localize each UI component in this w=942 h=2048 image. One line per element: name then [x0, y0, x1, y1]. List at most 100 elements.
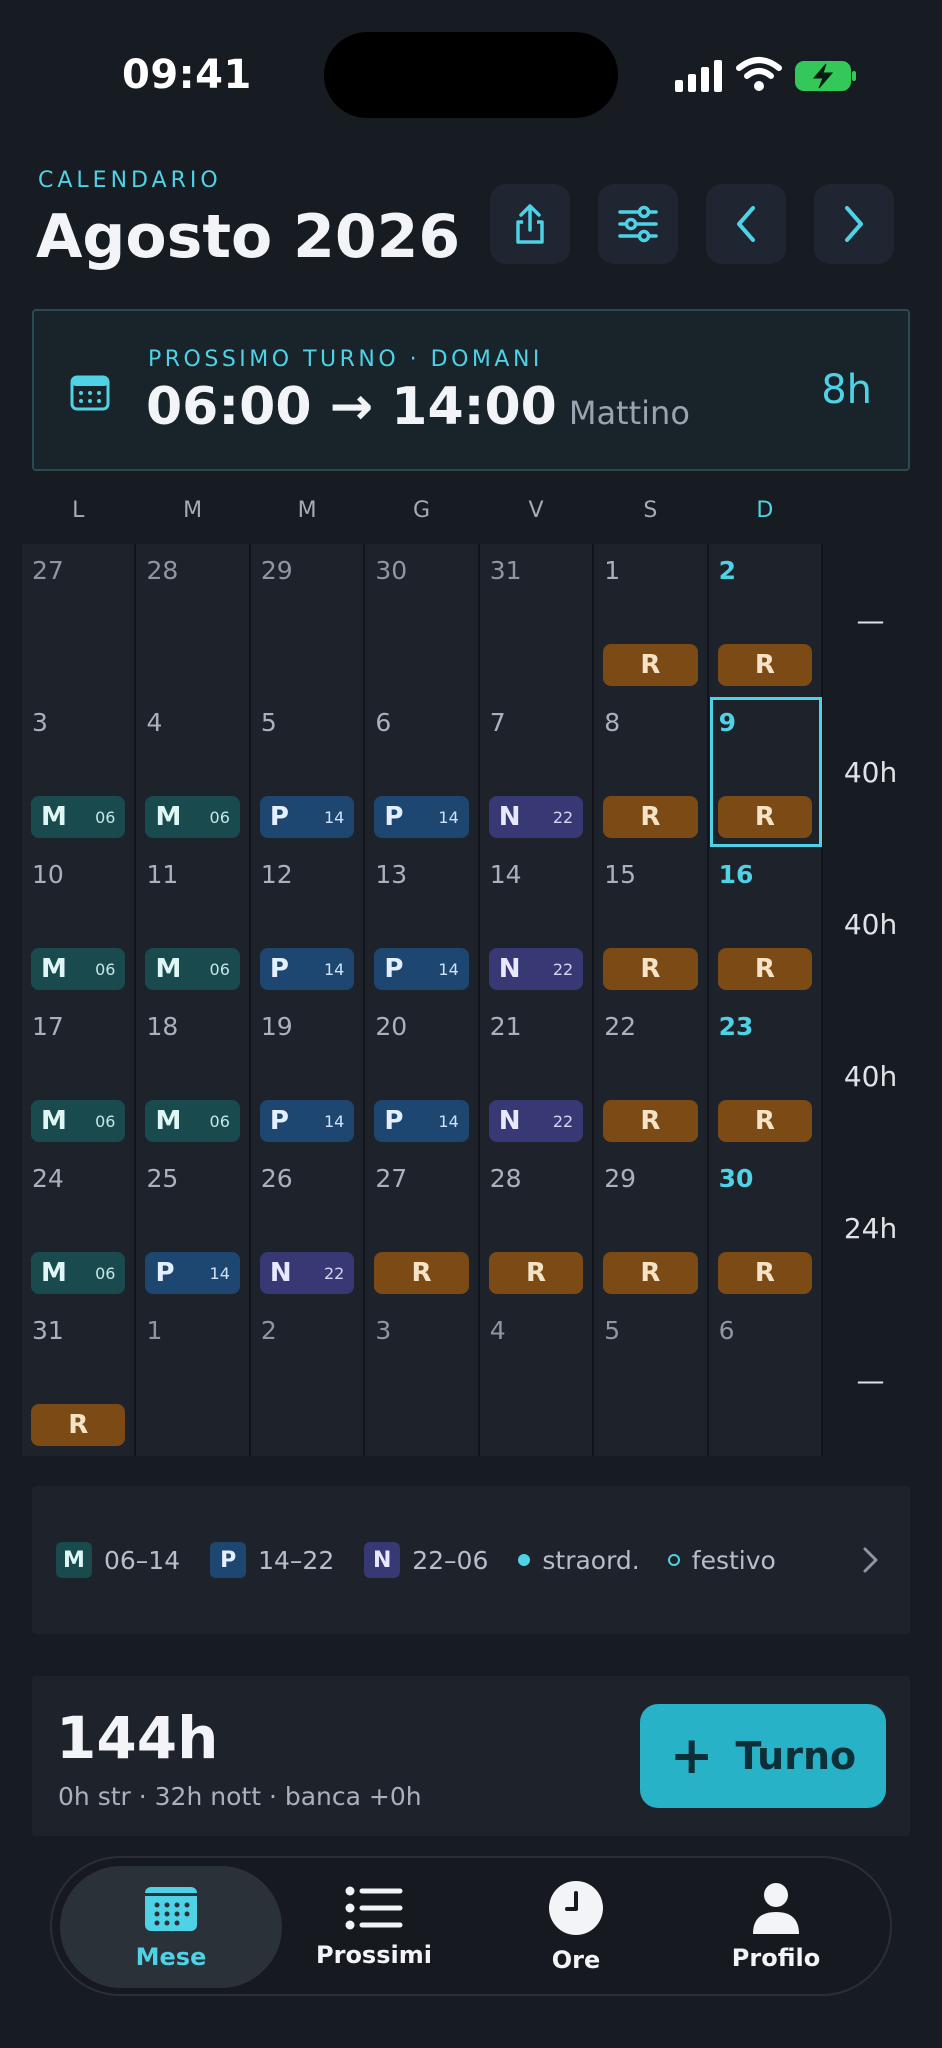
calendar-day[interactable]: 24 M 06: [22, 1152, 137, 1304]
shift-letter: N: [269, 1258, 292, 1288]
calendar-day[interactable]: 4: [479, 1304, 595, 1456]
shift-letter: R: [640, 802, 661, 832]
calendar-day[interactable]: 2: [250, 1304, 366, 1456]
shift-letter: R: [640, 1258, 661, 1288]
add-shift-button[interactable]: + Turno: [640, 1704, 886, 1808]
shift-start-hour: 22: [552, 959, 574, 979]
shift-badge: R: [603, 796, 698, 838]
calendar-day[interactable]: 8R: [594, 696, 709, 848]
section-eyebrow: CALENDARIO: [38, 168, 222, 193]
calendar-day[interactable]: 30 R: [708, 1152, 824, 1304]
calendar-day[interactable]: 6: [708, 1304, 824, 1456]
shift-letter: R: [754, 650, 775, 680]
shift-legend[interactable]: M 06–14 P 14–22 N 22–06 straord. festivo: [32, 1486, 910, 1634]
shift-badge: R: [717, 1100, 813, 1142]
calendar-day[interactable]: 26 N 22: [250, 1152, 366, 1304]
calendar-day[interactable]: 11 M 06: [136, 848, 251, 1000]
shift-badge: R: [31, 1404, 126, 1446]
calendar-day[interactable]: 6 P 14: [365, 696, 480, 848]
calendar-day[interactable]: 28: [136, 544, 251, 696]
shift-start-hour: 14: [438, 807, 459, 827]
next-shift-range: 06:00 → 14:00: [146, 377, 557, 437]
cellular-signal-icon: [675, 60, 723, 92]
calendar-day[interactable]: 19 P 14: [250, 1000, 366, 1152]
page-title: Agosto 2026: [36, 202, 461, 272]
legend-range: 22–06: [412, 1545, 489, 1575]
shift-badge: P 14: [374, 948, 469, 990]
calendar-day[interactable]: 7 N 22: [479, 696, 595, 848]
chevron-right-icon: [845, 206, 863, 242]
shift-letter: M: [41, 954, 67, 984]
calendar-day[interactable]: 15 R: [594, 848, 709, 1000]
calendar-day[interactable]: 1R: [594, 544, 709, 696]
calendar-day[interactable]: 28 R: [479, 1152, 595, 1304]
calendar-day[interactable]: 29 R: [594, 1152, 709, 1304]
weekday-label: L: [72, 498, 87, 523]
calendar-day[interactable]: 30: [365, 544, 480, 696]
shift-badge: R: [603, 1100, 698, 1142]
day-number: 8: [604, 708, 621, 737]
chevron-right-icon: [863, 1547, 878, 1573]
calendar-day[interactable]: 3 M 06: [22, 696, 137, 848]
next-shift-label: PROSSIMO TURNO · DOMANI: [148, 347, 543, 372]
shift-badge: N 22: [488, 796, 584, 838]
calendar-day[interactable]: 21 N 22: [479, 1000, 595, 1152]
calendar-day[interactable]: 4 M 06: [136, 696, 251, 848]
calendar-day[interactable]: 27: [22, 544, 137, 696]
calendar-week-row: 27 28 29 30 31 1 R 2 R —: [22, 544, 919, 696]
calendar-day[interactable]: 23 R: [708, 1000, 824, 1152]
shift-badge: N 22: [488, 948, 584, 990]
next-shift-card[interactable]: PROSSIMO TURNO · DOMANI 06:00 → 14:00 Mat…: [32, 309, 910, 471]
calendar-day[interactable]: 1: [136, 1304, 251, 1456]
shift-start-hour: 22: [323, 1263, 345, 1283]
calendar-day[interactable]: 29: [250, 544, 366, 696]
calendar-day[interactable]: 5: [594, 1304, 709, 1456]
calendar-day[interactable]: 25 P 14: [136, 1152, 251, 1304]
legend-item-morning: M 06–14: [56, 1542, 180, 1578]
calendar-day[interactable]: 20 P 14: [365, 1000, 480, 1152]
tab-month[interactable]: Mese: [60, 1866, 282, 1988]
shift-letter: R: [754, 802, 775, 832]
day-number: 18: [146, 1012, 179, 1041]
calendar-day[interactable]: 10 M 06: [22, 848, 137, 1000]
tab-upcoming[interactable]: Prossimi: [274, 1866, 474, 1988]
day-number: 14: [489, 860, 522, 889]
shift-letter: P: [384, 954, 404, 984]
next-month-button[interactable]: [814, 184, 894, 264]
calendar-day[interactable]: 16 R: [708, 848, 824, 1000]
previous-month-button[interactable]: [706, 184, 786, 264]
shift-letter: M: [155, 802, 182, 832]
calendar-day[interactable]: 17 M 06: [22, 1000, 137, 1152]
filter-button[interactable]: [598, 184, 678, 264]
add-shift-label: Turno: [735, 1734, 857, 1778]
tab-profile[interactable]: Profilo: [676, 1866, 876, 1988]
shift-start-hour: 06: [95, 1111, 116, 1131]
tab-hours[interactable]: Ore: [476, 1866, 676, 1988]
calendar-day[interactable]: 5 P 14: [250, 696, 366, 848]
holiday-ring-icon: [667, 1554, 680, 1566]
shift-start-hour: 14: [438, 1111, 459, 1131]
shift-letter: P: [384, 1106, 404, 1136]
share-button[interactable]: [490, 184, 570, 264]
day-number: 21: [489, 1012, 522, 1041]
day-number: 30: [375, 556, 408, 585]
shift-badge: M 06: [31, 1252, 126, 1294]
calendar-day[interactable]: 13 P 14: [365, 848, 480, 1000]
calendar-day[interactable]: 31 R: [22, 1304, 137, 1456]
calendar-day[interactable]: 3: [365, 1304, 480, 1456]
week-total-hours: 40h: [823, 1000, 919, 1152]
sliders-icon: [618, 205, 658, 243]
legend-overtime-label: straord.: [542, 1545, 640, 1575]
month-summary: 144h 0h str · 32h nott · banca +0h + Tur…: [32, 1676, 910, 1836]
legend-item-overtime: straord.: [518, 1545, 640, 1575]
calendar-day[interactable]: 2R: [708, 544, 824, 696]
calendar-day-selected[interactable]: 9R: [708, 696, 824, 848]
calendar-day[interactable]: 18 M 06: [136, 1000, 251, 1152]
day-number: 26: [260, 1164, 293, 1193]
calendar-day[interactable]: 14 N 22: [479, 848, 595, 1000]
calendar-day[interactable]: 31: [479, 544, 595, 696]
calendar-day[interactable]: 27 R: [365, 1152, 480, 1304]
calendar-day[interactable]: 12 P 14: [250, 848, 366, 1000]
shift-letter: M: [155, 954, 182, 984]
calendar-day[interactable]: 22 R: [594, 1000, 709, 1152]
